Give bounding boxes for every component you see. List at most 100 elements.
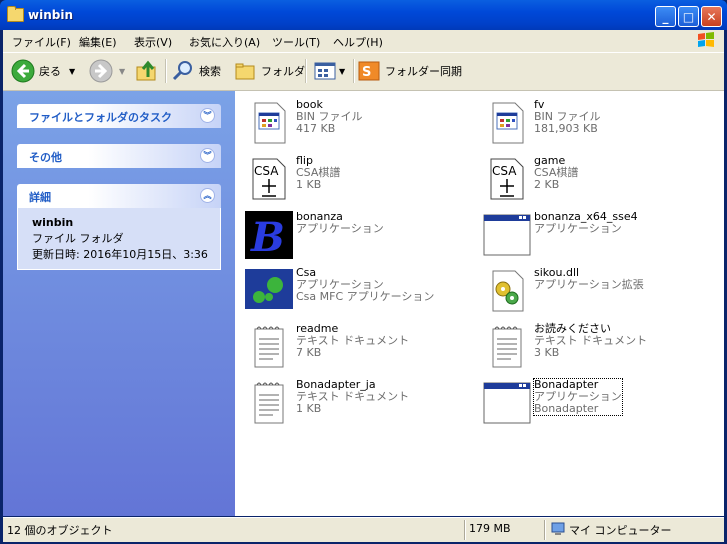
folders-button[interactable]: フォルダ: [233, 59, 305, 83]
back-arrow-icon: [11, 59, 35, 83]
file-info: 1 KB: [296, 178, 322, 191]
file-info: 3 KB: [534, 346, 560, 359]
status-location: マイ コンピューター: [569, 524, 672, 537]
file-text: bonanza_x64_sse4 アプリケーション: [534, 211, 638, 235]
minimize-button[interactable]: _: [655, 6, 676, 27]
notepad-icon: [245, 379, 293, 427]
file-info: 7 KB: [296, 346, 322, 359]
back-button[interactable]: 戻る ▼: [11, 59, 75, 83]
explorer-window: winbin _ □ ✕ ファイル(F) 編集(E) 表示(V) お気に入り(A…: [0, 0, 727, 544]
file-tile[interactable]: book BIN ファイル 417 KB: [239, 97, 469, 147]
close-button[interactable]: ✕: [701, 6, 722, 27]
file-text: fv BIN ファイル 181,903 KB: [534, 99, 601, 135]
details-modified: 更新日時: 2016年10月15日、3:36: [32, 248, 208, 261]
file-text: Csa アプリケーション Csa MFC アプリケーション: [296, 267, 434, 303]
file-tile[interactable]: readme テキスト ドキュメント 7 KB: [239, 321, 469, 371]
folders-label: フォルダ: [261, 65, 305, 78]
menu-bar: ファイル(F) 編集(E) 表示(V) お気に入り(A) ツール(T) ヘルプ(…: [3, 30, 724, 53]
window-title: winbin: [28, 8, 73, 22]
windows-logo-icon: [698, 32, 714, 47]
file-text: flip CSA棋譜 1 KB: [296, 155, 340, 191]
file-info: Csa MFC アプリケーション: [296, 290, 435, 303]
details-body: winbin ファイル フォルダ 更新日時: 2016年10月15日、3:36: [17, 208, 221, 270]
file-tile[interactable]: お読みください テキスト ドキュメント 3 KB: [477, 321, 707, 371]
dll-file-icon: [483, 267, 531, 315]
up-folder-button[interactable]: [135, 59, 159, 83]
file-text: bonanza アプリケーション: [296, 211, 384, 235]
views-button[interactable]: ▼: [313, 59, 345, 83]
file-info: 2 KB: [534, 178, 560, 191]
folder-sync-button[interactable]: S フォルダー同期: [357, 59, 462, 83]
svg-text:CSA: CSA: [492, 164, 517, 178]
file-text: Bonadapter アプリケーション Bonadapter: [533, 378, 623, 416]
other-places-header[interactable]: その他 ︾: [17, 144, 221, 168]
maximize-button[interactable]: □: [678, 6, 699, 27]
menu-tools[interactable]: ツール(T): [272, 34, 320, 50]
chevron-down-icon[interactable]: ▼: [69, 67, 75, 76]
details-name: winbin: [32, 216, 74, 229]
file-tile[interactable]: Csa アプリケーション Csa MFC アプリケーション: [239, 265, 469, 315]
notepad-icon: [483, 323, 531, 371]
file-text: readme テキスト ドキュメント 7 KB: [296, 323, 409, 359]
csa-file-icon: CSA: [483, 155, 531, 203]
sync-icon: S: [358, 61, 380, 81]
sync-label: フォルダー同期: [385, 65, 462, 78]
file-info: 181,903 KB: [534, 122, 598, 135]
details-header[interactable]: 詳細 ︽: [17, 184, 221, 208]
file-tile[interactable]: sikou.dll アプリケーション拡張: [477, 265, 707, 315]
svg-text:CSA: CSA: [254, 164, 279, 178]
file-text: お読みください テキスト ドキュメント 3 KB: [534, 323, 647, 359]
expand-icon[interactable]: ︾: [200, 108, 215, 123]
menu-edit[interactable]: 編集(E): [79, 34, 117, 50]
menu-favorites[interactable]: お気に入り(A): [189, 34, 260, 50]
collapse-icon[interactable]: ︽: [200, 188, 215, 203]
up-folder-icon: [136, 60, 156, 81]
menu-view[interactable]: 表示(V): [134, 34, 172, 50]
svg-text:B: B: [250, 214, 285, 259]
csa-app-icon: [245, 267, 293, 315]
file-info: 1 KB: [296, 402, 322, 415]
chevron-down-icon[interactable]: ▼: [339, 67, 345, 76]
file-type: アプリケーション: [534, 222, 622, 235]
file-tasks-header[interactable]: ファイルとフォルダのタスク ︾: [17, 104, 221, 128]
menu-help[interactable]: ヘルプ(H): [333, 34, 383, 50]
file-text: Bonadapter_ja テキスト ドキュメント 1 KB: [296, 379, 409, 415]
file-text: book BIN ファイル 417 KB: [296, 99, 363, 135]
folder-icon: [7, 6, 24, 22]
back-label: 戻る: [39, 65, 61, 78]
file-tile[interactable]: bonanza_x64_sse4 アプリケーション: [477, 209, 707, 259]
details-type: ファイル フォルダ: [32, 232, 124, 245]
bonanza-app-icon: B: [245, 211, 293, 261]
file-tile[interactable]: Bonadapter_ja テキスト ドキュメント 1 KB: [239, 377, 469, 427]
file-tile[interactable]: Bbonanza アプリケーション: [239, 209, 469, 261]
file-tile[interactable]: fv BIN ファイル 181,903 KB: [477, 97, 707, 147]
search-icon: [172, 61, 192, 81]
menu-file[interactable]: ファイル(F): [12, 34, 71, 50]
file-tile[interactable]: CSA game CSA棋譜 2 KB: [477, 153, 707, 203]
status-bar: 12 個のオブジェクト 179 MB マイ コンピューター: [3, 517, 724, 542]
svg-text:S: S: [362, 65, 371, 80]
search-button[interactable]: 検索: [171, 59, 221, 83]
expand-icon[interactable]: ︾: [200, 148, 215, 163]
chevron-down-icon[interactable]: ▼: [119, 67, 125, 76]
title-bar[interactable]: winbin _ □ ✕: [0, 0, 727, 30]
forward-button[interactable]: ▼: [89, 59, 125, 83]
window-app-icon: [483, 379, 531, 427]
task-pane: ファイルとフォルダのタスク ︾ その他 ︾ 詳細 ︽ winbin ファイル フ…: [3, 91, 235, 516]
file-info: 417 KB: [296, 122, 336, 135]
file-info: Bonadapter: [534, 402, 599, 415]
details-title: 詳細: [29, 191, 51, 204]
bin-file-icon: [245, 99, 293, 147]
content-area: ファイルとフォルダのタスク ︾ その他 ︾ 詳細 ︽ winbin ファイル フ…: [3, 91, 724, 516]
csa-file-icon: CSA: [245, 155, 293, 203]
views-icon: [314, 62, 336, 80]
forward-arrow-icon: [89, 59, 113, 83]
search-label: 検索: [199, 65, 221, 78]
file-text: sikou.dll アプリケーション拡張: [534, 267, 644, 291]
status-size: 179 MB: [469, 522, 511, 535]
file-type: アプリケーション: [296, 222, 384, 235]
file-text: game CSA棋譜 2 KB: [534, 155, 578, 191]
file-tile[interactable]: CSA flip CSA棋譜 1 KB: [239, 153, 469, 203]
file-tile[interactable]: Bonadapter アプリケーション Bonadapter: [477, 377, 707, 427]
status-count: 12 個のオブジェクト: [7, 524, 113, 537]
